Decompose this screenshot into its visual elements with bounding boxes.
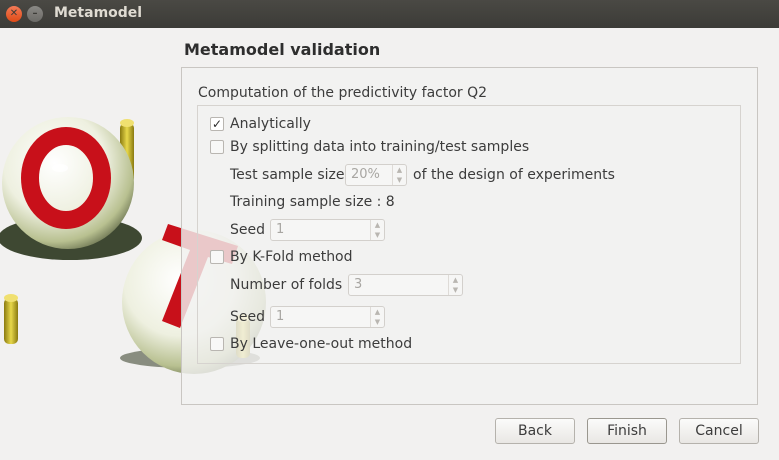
test-sample-size-suffix: of the design of experiments xyxy=(413,167,615,183)
folds-row: Number of folds xyxy=(230,277,342,293)
splitting-option[interactable]: By splitting data into training/test sam… xyxy=(210,139,529,155)
kfold-option[interactable]: By K-Fold method xyxy=(210,249,353,265)
splitting-checkbox[interactable] xyxy=(210,140,224,154)
analytically-option[interactable]: ✓ Analytically xyxy=(210,116,311,132)
folds-value: 3 xyxy=(354,277,363,292)
leave-one-out-label: By Leave-one-out method xyxy=(230,336,413,352)
leave-one-out-option[interactable]: By Leave-one-out method xyxy=(210,336,412,352)
seed-value: 1 xyxy=(276,222,285,237)
page-title: Metamodel validation xyxy=(184,40,381,59)
test-sample-size-spinbox[interactable]: 20% ▲ ▼ xyxy=(345,164,407,186)
test-sample-size-value: 20% xyxy=(351,167,380,182)
test-sample-size-suffix-row: of the design of experiments xyxy=(413,167,615,183)
spin-arrows-icon[interactable]: ▲ ▼ xyxy=(370,307,384,327)
title-bar: ✕ – Metamodel xyxy=(0,0,779,28)
kfold-checkbox[interactable] xyxy=(210,250,224,264)
seed-row: Seed xyxy=(230,222,265,238)
spin-arrows-icon[interactable]: ▲ ▼ xyxy=(392,165,406,185)
seed-spinbox[interactable]: 1 ▲ ▼ xyxy=(270,219,385,241)
test-sample-size-label: Test sample size xyxy=(230,167,345,183)
analytically-checkbox[interactable]: ✓ xyxy=(210,117,224,131)
spin-arrows-icon[interactable]: ▲ ▼ xyxy=(448,275,462,295)
close-window-button[interactable]: ✕ xyxy=(6,6,22,22)
minimize-window-button[interactable]: – xyxy=(27,6,43,22)
spin-arrows-icon[interactable]: ▲ ▼ xyxy=(370,220,384,240)
training-sample-size-text: Training sample size : 8 xyxy=(230,194,395,210)
cancel-button[interactable]: Cancel xyxy=(679,418,759,444)
leave-one-out-checkbox[interactable] xyxy=(210,337,224,351)
analytically-label: Analytically xyxy=(230,116,311,132)
finish-button[interactable]: Finish xyxy=(587,418,667,444)
splitting-label: By splitting data into training/test sam… xyxy=(230,139,530,155)
kfold-seed-value: 1 xyxy=(276,309,285,324)
kfold-seed-spinbox[interactable]: 1 ▲ ▼ xyxy=(270,306,385,328)
folds-spinbox[interactable]: 3 ▲ ▼ xyxy=(348,274,463,296)
kfold-label: By K-Fold method xyxy=(230,249,353,265)
kfold-seed-row: Seed xyxy=(230,309,265,325)
back-button[interactable]: Back xyxy=(495,418,575,444)
folds-label: Number of folds xyxy=(230,277,343,293)
test-sample-size-row: Test sample size xyxy=(230,167,345,183)
window-title: Metamodel xyxy=(54,5,143,21)
group-title: Computation of the predictivity factor Q… xyxy=(198,85,488,101)
seed-label: Seed xyxy=(230,222,265,238)
training-sample-size-row: Training sample size : 8 xyxy=(230,194,395,210)
kfold-seed-label: Seed xyxy=(230,309,265,325)
